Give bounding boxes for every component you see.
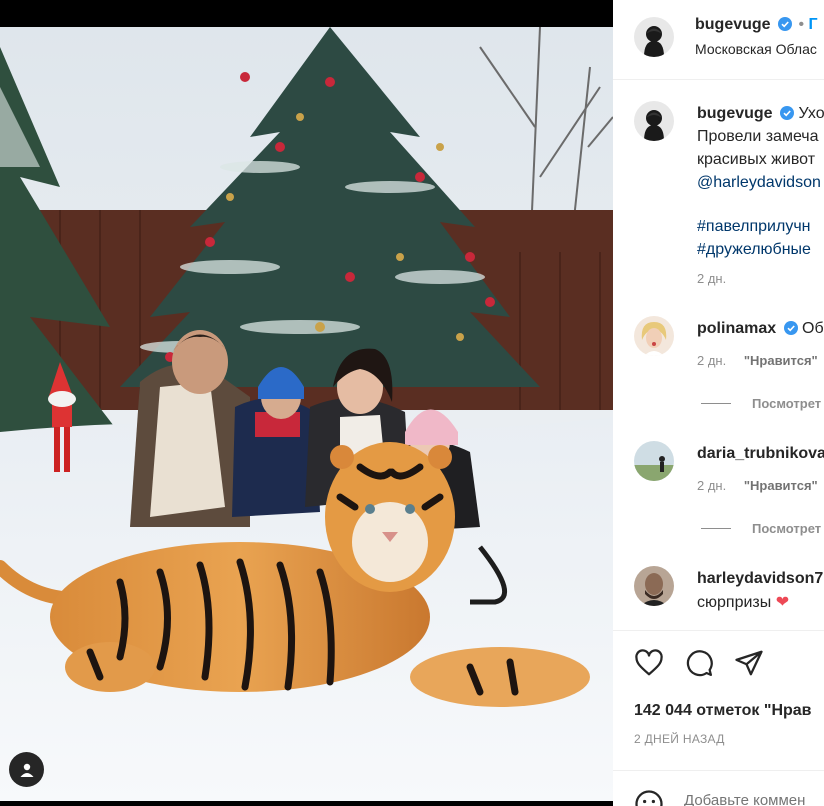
comment-username[interactable]: daria_trubnikova	[697, 445, 824, 462]
caption-line: красивых живот	[697, 151, 816, 168]
comment-time[interactable]: 2 дн.	[697, 353, 726, 368]
like-button[interactable]	[634, 648, 664, 683]
comment-avatar[interactable]	[634, 566, 674, 606]
post-header: bugevuge • Г Московская Облас	[613, 0, 824, 80]
comment-avatar[interactable]	[634, 316, 674, 356]
share-icon	[735, 650, 763, 676]
comment-text: Об	[802, 320, 824, 337]
caption-hashtag-link[interactable]: #дружелюбные	[697, 241, 811, 259]
dot-separator: •	[798, 16, 805, 33]
follow-button[interactable]: Г	[809, 16, 818, 33]
comment-text: сюрпризы	[697, 594, 772, 611]
replies-divider	[701, 403, 731, 404]
comment-button[interactable]	[684, 648, 714, 683]
emoji-icon[interactable]	[634, 789, 664, 806]
person-tag-button[interactable]	[9, 752, 44, 787]
comment-avatar[interactable]	[634, 441, 674, 481]
post-date[interactable]: 2 ДНЕЙ НАЗАД	[634, 732, 725, 746]
comment-meta: 2 дн. "Нравится"	[697, 353, 818, 368]
caption-author-username[interactable]: bugevuge	[697, 105, 773, 122]
comment-like-count[interactable]: "Нравится"	[744, 478, 818, 493]
post-location[interactable]: Московская Облас	[695, 41, 817, 57]
caption-text: Ухо	[798, 105, 824, 122]
comment-line: polinamax Об	[697, 320, 824, 338]
comment-time[interactable]: 2 дн.	[697, 478, 726, 493]
view-replies-button[interactable]: Посмотрет	[752, 521, 821, 536]
comment-line: harleydavidson7	[697, 570, 823, 588]
verified-icon	[783, 321, 798, 335]
comment-input[interactable]	[684, 792, 824, 806]
author-avatar[interactable]	[634, 17, 674, 57]
comment-line: daria_trubnikova	[697, 445, 824, 463]
replies-divider	[701, 528, 731, 529]
comment-like-count[interactable]: "Нравится"	[744, 353, 818, 368]
add-comment-bar	[613, 770, 824, 806]
heart-icon	[635, 649, 663, 676]
caption-time[interactable]: 2 дн.	[697, 271, 726, 286]
person-tag-icon	[20, 763, 33, 777]
comment-username[interactable]: harleydavidson7	[697, 570, 823, 587]
comment-meta: 2 дн. "Нравится"	[697, 478, 818, 493]
heart-emoji: ❤	[775, 594, 790, 611]
verified-icon	[780, 106, 795, 120]
comment-username[interactable]: polinamax	[697, 320, 776, 337]
author-username[interactable]: bugevuge • Г	[695, 16, 818, 34]
comment-line: сюрпризы ❤	[697, 592, 789, 612]
like-count[interactable]: 142 044 отметок "Нрав	[634, 702, 812, 720]
caption-line: Провели замеча	[697, 128, 819, 145]
caption-mention-link[interactable]: @harleydavidson	[697, 174, 821, 192]
caption-hashtag-link[interactable]: #павелприлучн	[697, 218, 811, 236]
share-button[interactable]	[734, 648, 764, 683]
author-username-text[interactable]: bugevuge	[695, 16, 771, 33]
post-details-panel: bugevuge • Г Московская Облас bugevuge У…	[613, 0, 824, 806]
verified-icon	[778, 17, 793, 31]
caption-author-avatar[interactable]	[634, 101, 674, 141]
view-replies-button[interactable]: Посмотрет	[752, 396, 821, 411]
caption-first-line: bugevuge Ухо	[697, 105, 824, 123]
comment-icon	[686, 650, 713, 677]
post-media[interactable]	[0, 0, 613, 806]
post-photo[interactable]	[0, 27, 613, 801]
